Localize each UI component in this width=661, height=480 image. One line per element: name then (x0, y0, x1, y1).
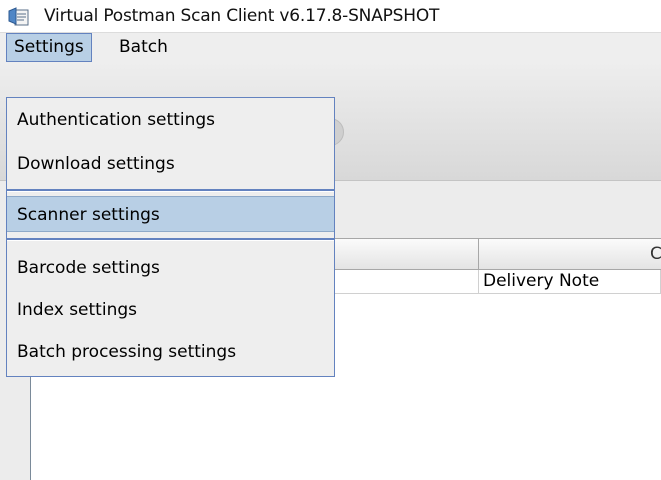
menu-batch[interactable]: Batch (112, 33, 175, 62)
menu-settings[interactable]: Settings (6, 33, 92, 62)
column-separator[interactable] (478, 239, 479, 269)
menu-item-authentication-settings[interactable]: Authentication settings (7, 102, 334, 138)
menu-item-index-settings[interactable]: Index settings (7, 292, 334, 328)
menu-item-barcode-settings[interactable]: Barcode settings (7, 250, 334, 286)
settings-dropdown-menu: Authentication settings Download setting… (6, 97, 335, 377)
menu-bar: Settings Batch (0, 33, 661, 62)
menu-item-download-settings[interactable]: Download settings (7, 146, 334, 182)
app-icon[interactable] (8, 7, 30, 27)
menu-item-scanner-settings[interactable]: Scanner settings (7, 196, 334, 232)
menu-separator (7, 189, 334, 192)
menu-item-batch-processing-settings[interactable]: Batch processing settings (7, 334, 334, 370)
window-title: Virtual Postman Scan Client v6.17.8-SNAP… (44, 6, 440, 26)
column-header[interactable]: C (650, 238, 661, 270)
menu-separator (7, 238, 334, 241)
title-bar[interactable]: Virtual Postman Scan Client v6.17.8-SNAP… (0, 0, 661, 33)
table-cell[interactable]: Delivery Note (479, 270, 661, 294)
